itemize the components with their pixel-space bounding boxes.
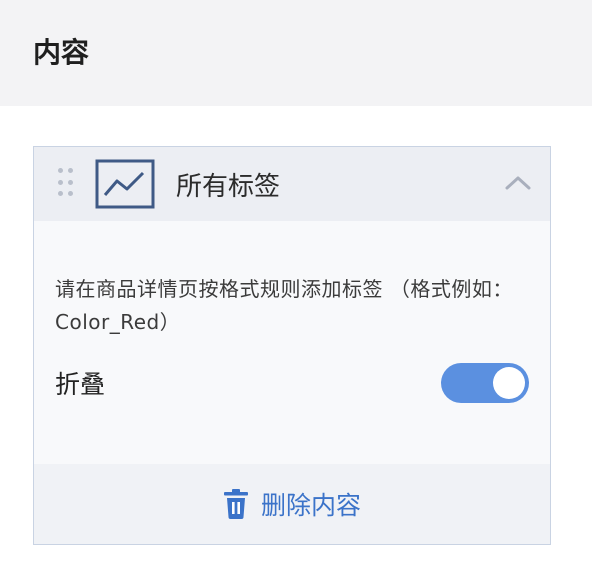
image-icon [95,159,155,209]
trash-icon [223,489,248,519]
fold-label: 折叠 [55,370,106,399]
card-title: 所有标签 [176,171,281,202]
chevron-up-icon[interactable] [504,171,532,195]
card-footer: 删除内容 [34,464,550,544]
card-header[interactable]: 所有标签 [34,147,550,221]
content-card: 所有标签 请在商品详情页按格式规则添加标签 （格式例如：Color_Red） 折… [33,146,551,545]
section-title: 内容 [33,36,90,69]
drag-handle-icon[interactable] [58,168,74,200]
card-body: 请在商品详情页按格式规则添加标签 （格式例如：Color_Red） 折叠 [34,273,550,403]
delete-label: 删除内容 [260,491,361,520]
section-header: 内容 [0,0,592,106]
toggle-knob [493,367,525,399]
delete-content-button[interactable]: 删除内容 [223,486,361,522]
fold-row: 折叠 [55,363,529,403]
fold-toggle[interactable] [441,363,529,403]
tag-format-hint: 请在商品详情页按格式规则添加标签 （格式例如：Color_Red） [55,277,513,334]
